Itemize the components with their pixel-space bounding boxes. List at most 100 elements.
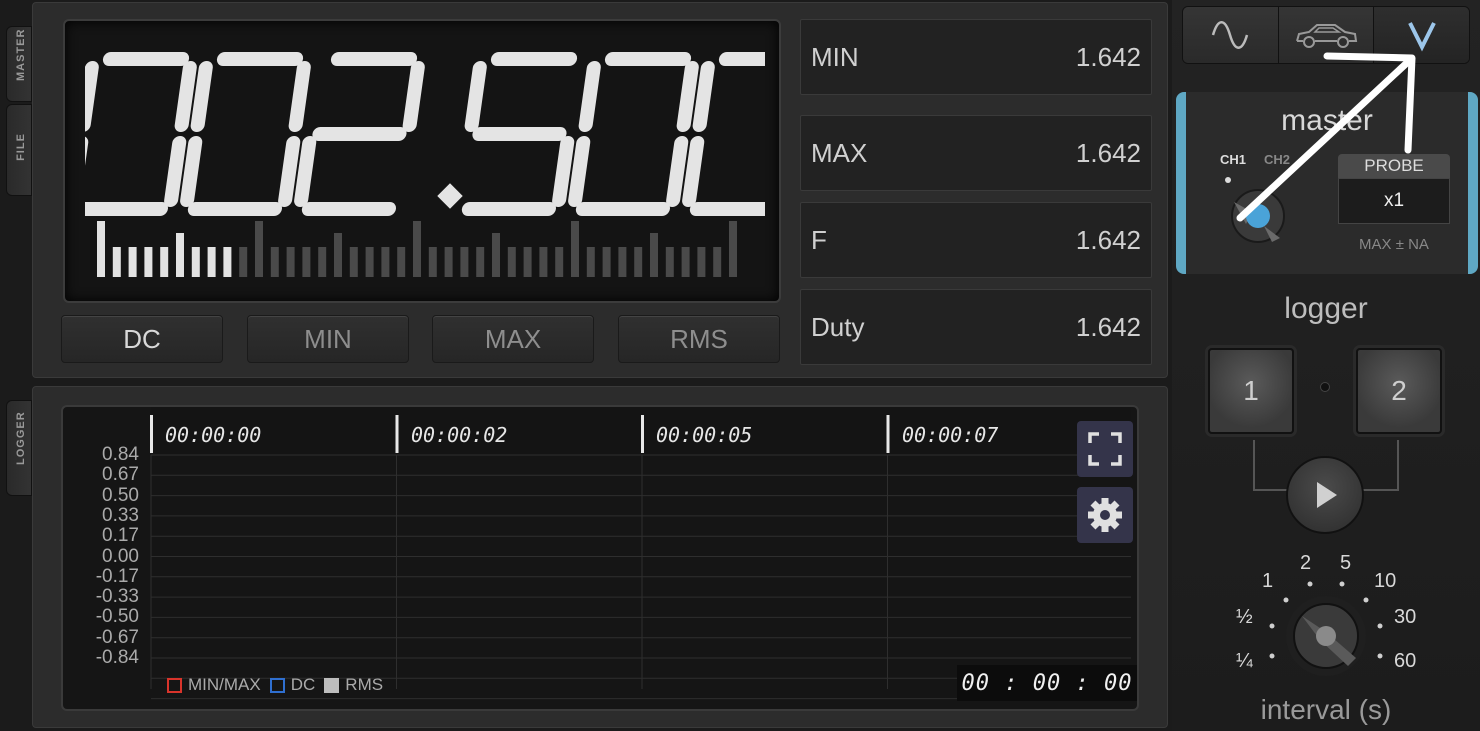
y-tick-label: 0.67 <box>102 464 139 486</box>
bar-segment <box>239 247 248 277</box>
bar-segment <box>144 247 153 277</box>
y-tick-label: 0.50 <box>102 484 139 506</box>
mode-dc-button[interactable]: DC <box>61 315 223 363</box>
y-tick-label: -0.84 <box>95 647 139 668</box>
logger-panel: 00:00:00 00:00:02 00:00:05 00:00:07 0.84… <box>32 386 1168 728</box>
mode-max-button[interactable]: MAX <box>432 315 594 363</box>
bar-segment <box>397 247 406 277</box>
tab-master-label: MASTER <box>15 28 27 81</box>
fullscreen-button[interactable] <box>1077 421 1133 477</box>
logger-channel-2-button[interactable]: 2 <box>1356 348 1442 434</box>
legend-label: MIN/MAX <box>188 675 261 694</box>
bar-segment <box>176 233 184 277</box>
bar-segment <box>602 247 611 277</box>
y-tick-label: -0.17 <box>95 565 139 587</box>
tab-logger[interactable]: LOGGER <box>6 400 32 496</box>
channel-link-dot <box>1320 382 1330 392</box>
bar-segment <box>713 247 722 277</box>
bar-segment <box>523 247 532 277</box>
gear-icon <box>1088 498 1122 532</box>
bar-segment <box>302 247 311 277</box>
mode-min-button[interactable]: MIN <box>247 315 409 363</box>
plot-legend: MIN/MAX DC RMS <box>167 675 392 695</box>
interval-dial-knob[interactable] <box>1252 570 1402 690</box>
mode-rms-button[interactable]: RMS <box>618 315 780 363</box>
bar-segment <box>207 247 216 277</box>
bar-segment <box>128 247 137 277</box>
timestamp-label: 00:00:02 <box>411 423 508 447</box>
logger-title: logger <box>1284 292 1368 325</box>
interval-title: interval (s) <box>1260 694 1392 725</box>
time-marker <box>641 415 644 453</box>
legend-rms[interactable]: RMS <box>324 675 383 695</box>
right-panel: master CH1 CH2 PROBE x1 MAX ± NA logger … <box>1172 0 1480 731</box>
legend-minmax[interactable]: MIN/MAX <box>167 675 261 695</box>
time-marker <box>886 415 890 453</box>
bar-segment <box>618 247 627 277</box>
bar-segment <box>428 247 437 277</box>
y-tick-label: 0.17 <box>102 525 139 547</box>
bar-segment <box>334 233 342 277</box>
stat-min: MIN 1.642 <box>800 19 1152 95</box>
stat-label: F <box>811 224 827 255</box>
timestamp-label: 00:00:07 <box>902 423 999 447</box>
stat-value: 1.642 <box>1075 137 1141 168</box>
bar-segment <box>650 233 658 277</box>
bar-segment <box>191 247 200 277</box>
stat-label: MIN <box>811 41 859 72</box>
legend-swatch <box>269 677 285 693</box>
time-marker <box>395 415 399 453</box>
bar-segment <box>492 233 500 277</box>
bar-segment <box>729 221 737 277</box>
annotation-arrow-icon <box>1236 52 1416 222</box>
timestamp-label: 00:00:05 <box>656 423 753 447</box>
stat-value: 1.642 <box>1075 224 1141 255</box>
logger-channel-1-button[interactable]: 1 <box>1208 348 1294 434</box>
tab-logger-label: LOGGER <box>15 411 27 465</box>
lcd-digit <box>461 52 578 216</box>
stat-value: 1.642 <box>1075 311 1141 342</box>
stat-duty: Duty 1.642 <box>800 289 1152 365</box>
logger-play-button[interactable] <box>1286 456 1364 534</box>
reading-display <box>85 52 765 216</box>
legend-label: RMS <box>345 675 384 694</box>
y-tick-label: 0.33 <box>102 504 139 526</box>
stat-label: Duty <box>811 311 865 342</box>
y-tick-label: -0.33 <box>95 586 139 608</box>
play-icon <box>1317 482 1337 508</box>
plot-settings-button[interactable] <box>1077 487 1133 543</box>
legend-swatch <box>167 677 182 693</box>
elapsed-timer: 00 : 00 : 00 <box>957 665 1137 701</box>
legend-label: DC <box>290 675 316 694</box>
tab-file-label: FILE <box>15 133 27 161</box>
lcd-digit <box>682 52 765 216</box>
stat-label: MAX <box>811 137 868 168</box>
fullscreen-icon <box>1088 432 1122 466</box>
bar-segment <box>697 247 706 277</box>
bar-segment <box>349 247 358 277</box>
bar-segment <box>586 247 595 277</box>
lcd-digit <box>568 52 699 216</box>
tab-file[interactable]: FILE <box>6 104 32 196</box>
logger-plot[interactable]: 00:00:00 00:00:02 00:00:05 00:00:07 0.84… <box>61 405 1139 711</box>
bar-segment <box>112 247 121 277</box>
stat-max: MAX 1.642 <box>800 115 1152 191</box>
plot-grid <box>150 407 1131 700</box>
stat-value: 1.642 <box>1075 41 1141 72</box>
bar-segment <box>223 247 232 277</box>
bar-segment <box>539 247 548 277</box>
y-tick-label: 0.84 <box>102 444 139 465</box>
bar-segment <box>681 247 690 277</box>
tab-master[interactable]: MASTER <box>6 26 32 102</box>
decimal-point <box>437 183 463 209</box>
legend-swatch <box>324 677 340 693</box>
bar-segment <box>555 247 564 277</box>
legend-dc[interactable]: DC <box>269 675 316 695</box>
interval-label: ¼ <box>1236 650 1253 672</box>
bar-segment <box>270 247 279 277</box>
bar-segment <box>318 247 327 277</box>
interval-label: ½ <box>1236 606 1253 628</box>
lcd-digit <box>294 52 425 216</box>
bar-segment <box>634 247 643 277</box>
bar-segment <box>160 247 169 277</box>
